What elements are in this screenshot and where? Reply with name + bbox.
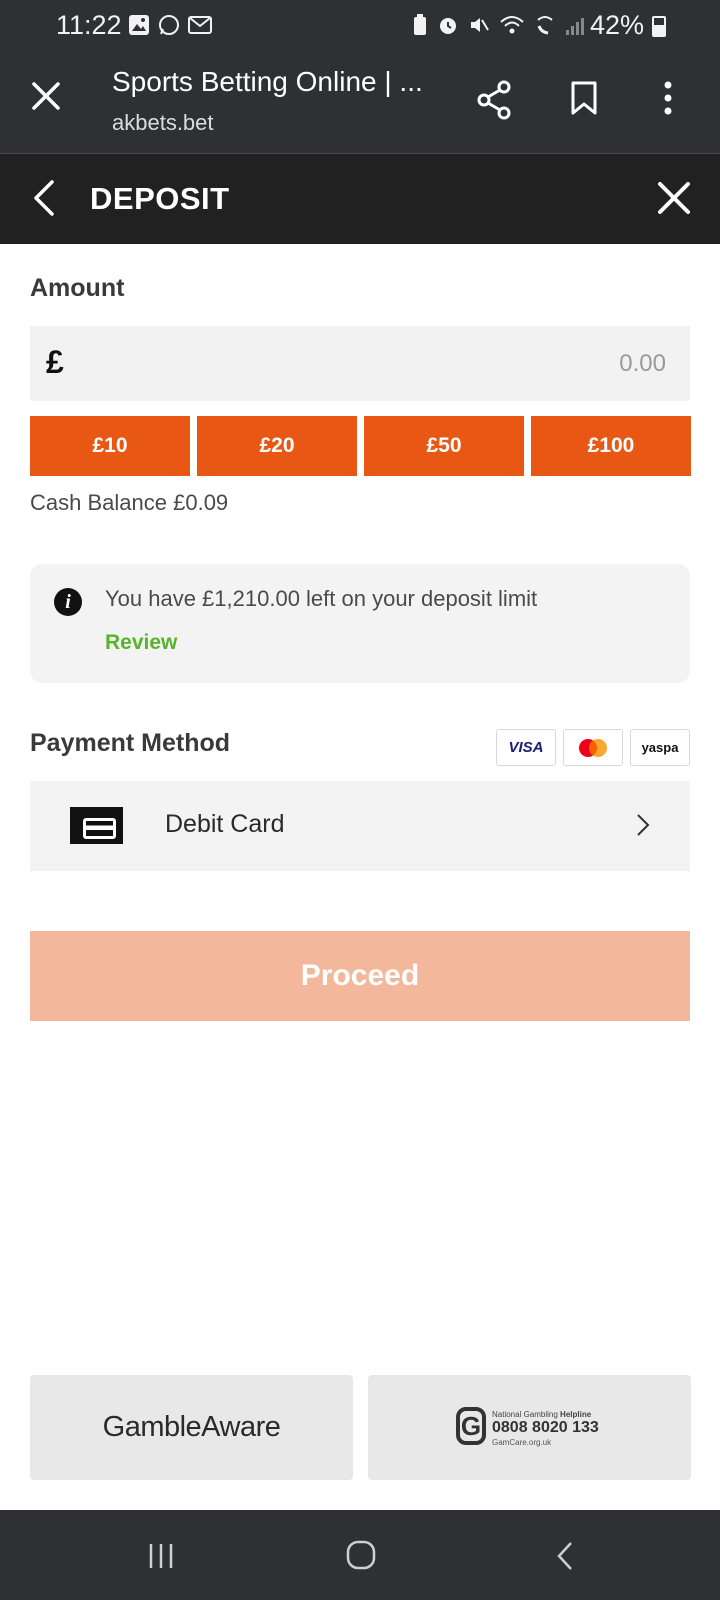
wifi-icon [500,16,524,34]
cash-balance-value: £0.09 [173,490,229,515]
quick-amount-100-button[interactable]: £100 [531,416,691,476]
debit-card-option[interactable]: Debit Card [30,781,690,871]
notification-icons [128,14,212,36]
cash-balance: Cash Balance £0.09 [30,490,228,516]
mail-icon [188,16,212,34]
amount-input[interactable] [366,344,666,384]
close-deposit-icon[interactable] [656,180,692,216]
back-chevron-icon[interactable] [32,178,56,218]
yaspa-logo: yaspa [630,729,690,766]
gamcare-helpline-badge[interactable]: G National Gambling Helpline 0808 8020 1… [368,1375,691,1480]
battery-percent: 42% [590,10,645,40]
wifi-calling-icon [537,16,553,35]
gallery-icon [129,15,149,35]
alarm-icon [440,18,456,34]
browser-toolbar: Sports Betting Online | ... akbets.bet [0,50,720,154]
currency-symbol: £ [46,344,64,380]
payment-method-name: Debit Card [165,810,285,838]
payment-method-label: Payment Method [30,729,231,757]
visa-logo: VISA [496,729,556,766]
amount-field[interactable]: £ [30,326,690,401]
status-time: 11:22 [56,10,122,40]
mastercard-logo [563,729,623,766]
deposit-limit-notice: i You have £1,210.00 left on your deposi… [30,564,690,683]
battery-saver-icon [414,14,426,35]
helpline-bold: Helpline [560,1410,592,1419]
deposit-limit-message: You have £1,210.00 left on your deposit … [105,586,538,611]
helpline-prefix: National Gambling [492,1410,558,1419]
helpline-title: National Gambling Helpline [492,1410,591,1419]
more-vert-icon[interactable] [662,80,674,116]
page-title: Sports Betting Online | ... [112,66,423,97]
chevron-right-icon [637,814,650,836]
whatsapp-icon [159,15,179,35]
mastercard-icon [579,738,607,757]
deposit-header: DEPOSIT [0,154,720,244]
share-icon[interactable] [476,80,512,120]
quick-amount-20-button[interactable]: £20 [197,416,357,476]
gamcare-logo: G [456,1407,486,1445]
visa-logo-text: VISA [508,739,544,756]
status-bar: 11:22 42% [0,0,720,50]
gambleaware-badge[interactable]: GambleAware [30,1375,353,1480]
cash-balance-label: Cash Balance [30,490,167,515]
info-icon: i [54,588,82,616]
system-icons [412,14,585,36]
review-link[interactable]: Review [105,631,177,655]
helpline-site: GamCare.org.uk [492,1438,552,1447]
signal-icon [566,18,584,35]
nav-back-icon[interactable] [556,1541,574,1571]
card-icon [70,807,123,844]
gambleaware-text: GambleAware [102,1411,281,1443]
home-icon[interactable] [346,1540,376,1570]
proceed-button[interactable]: Proceed [30,931,690,1021]
deposit-title: DEPOSIT [90,181,230,216]
bookmark-icon[interactable] [570,80,598,116]
helpline-number: 0808 8020 133 [492,1419,599,1436]
close-icon[interactable] [28,78,64,114]
recents-icon[interactable] [147,1542,175,1570]
battery-icon [652,16,666,37]
system-nav-bar [0,1510,720,1600]
quick-amount-10-button[interactable]: £10 [30,416,190,476]
yaspa-logo-text: yaspa [641,740,679,755]
quick-amount-50-button[interactable]: £50 [364,416,524,476]
mute-icon [471,18,489,32]
amount-label: Amount [30,274,125,302]
page-domain: akbets.bet [112,110,214,135]
